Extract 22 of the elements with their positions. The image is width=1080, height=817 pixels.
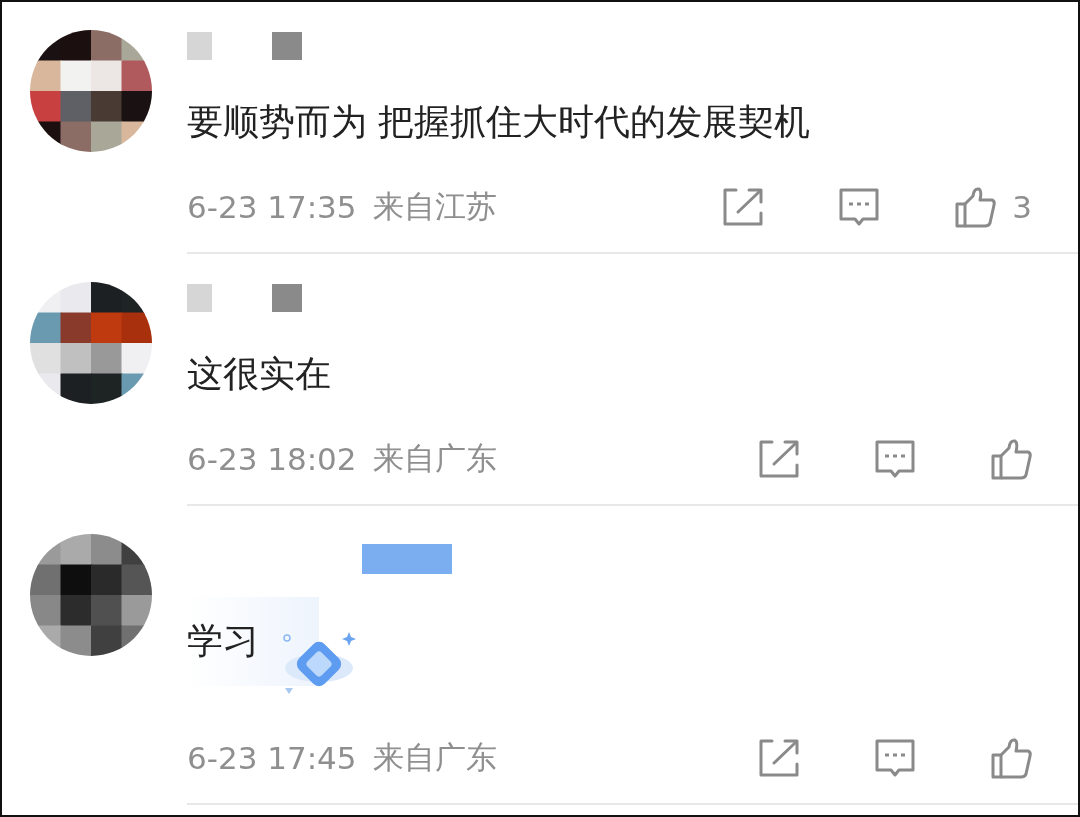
share-icon[interactable]: [722, 186, 765, 228]
thumbs-up-icon[interactable]: [954, 186, 997, 228]
comment-location: 来自广东: [372, 738, 497, 777]
avatar[interactable]: [30, 534, 152, 656]
comment-location: 来自广东: [372, 439, 497, 478]
comment-icon[interactable]: [874, 438, 916, 480]
like-count: 3: [1012, 189, 1032, 225]
avatar[interactable]: [30, 282, 152, 404]
comment-time: 6-23 17:45: [187, 740, 357, 776]
share-icon[interactable]: [758, 737, 800, 779]
comment-icon[interactable]: [838, 186, 881, 228]
comment-icon[interactable]: [874, 737, 916, 779]
comment-time: 6-23 18:02: [187, 441, 357, 477]
comment-time: 6-23 17:35: [187, 189, 357, 225]
comment-text: 这很实在: [187, 351, 331, 396]
avatar[interactable]: [30, 30, 152, 152]
share-icon[interactable]: [758, 438, 800, 480]
comment-text: 要顺势而为 把握抓住大时代的发展契机: [187, 99, 811, 144]
comment-location: 来自江苏: [372, 187, 497, 226]
thumbs-up-icon[interactable]: [990, 438, 1032, 480]
comment-text: 学习: [187, 596, 319, 686]
thumbs-up-icon[interactable]: [990, 737, 1032, 779]
